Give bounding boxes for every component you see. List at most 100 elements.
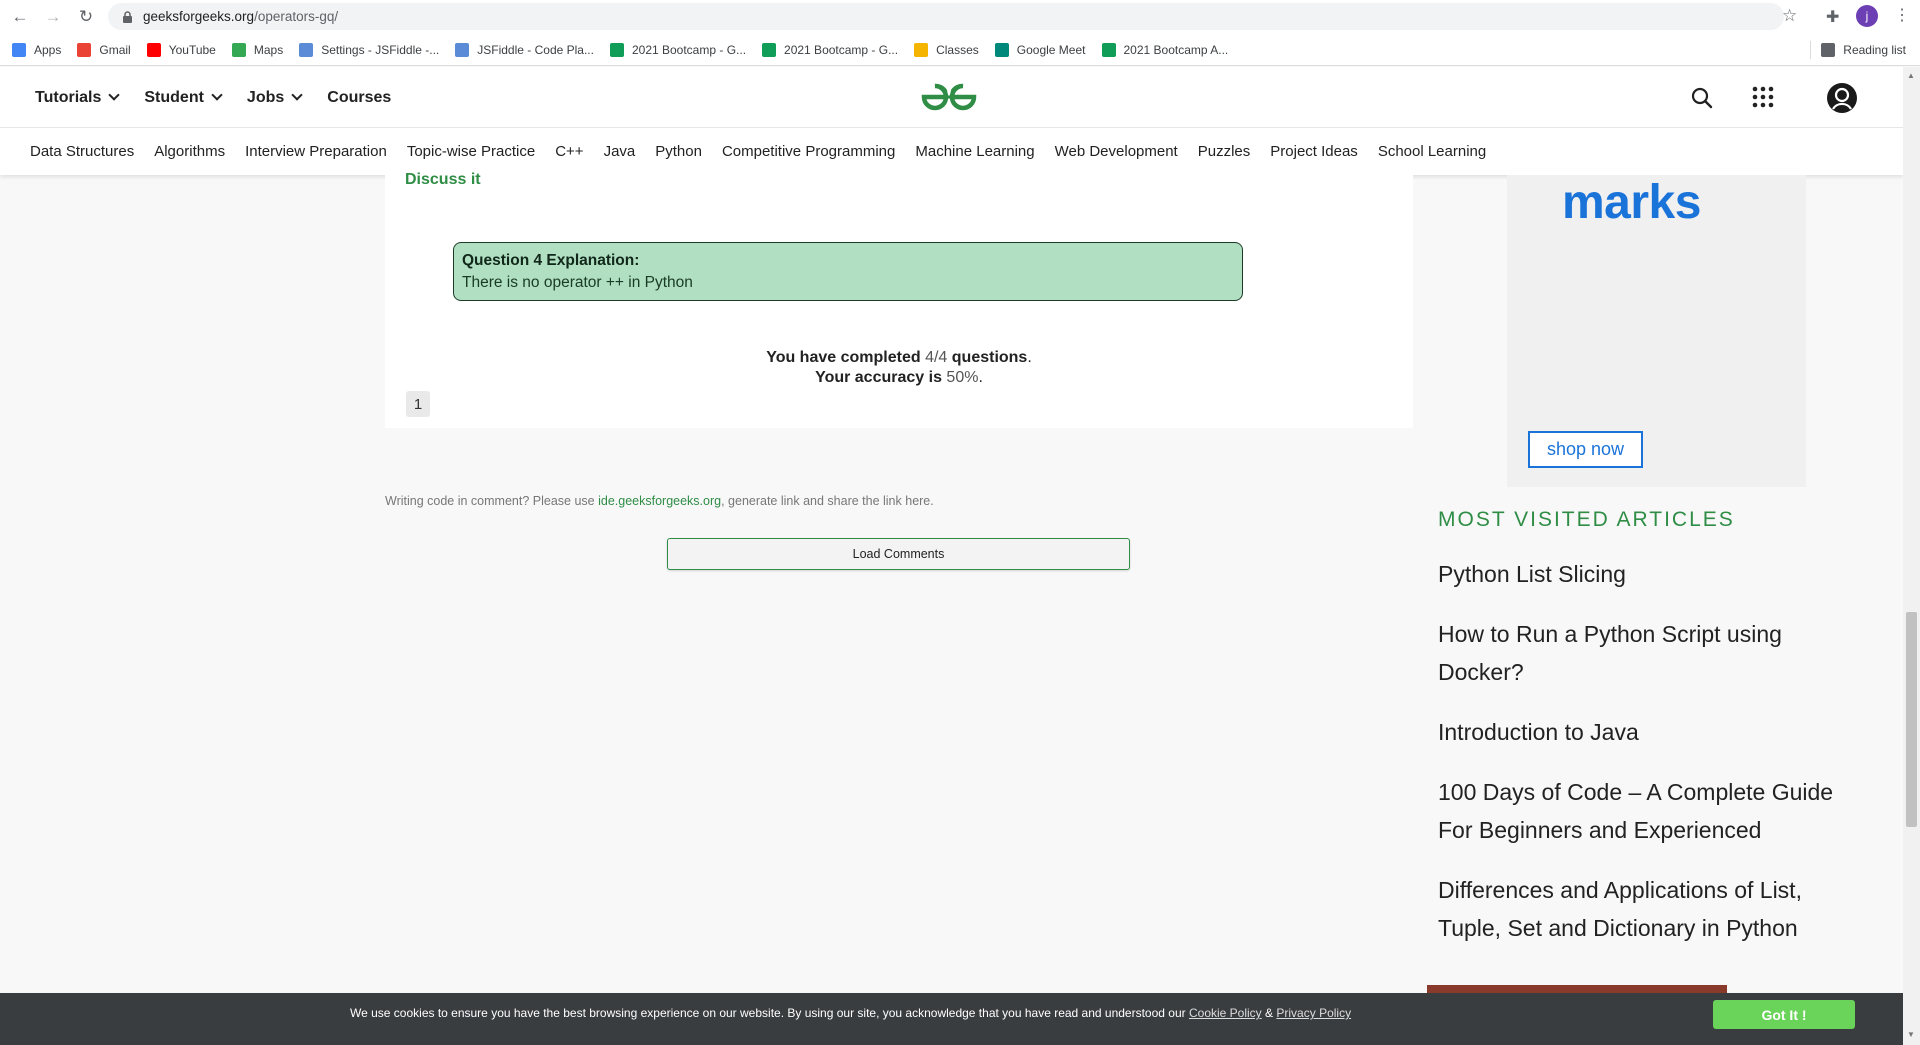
cookie-policy-link[interactable]: Cookie Policy bbox=[1189, 1006, 1262, 1020]
bookmark-item[interactable]: 2021 Bootcamp - G... bbox=[762, 42, 899, 57]
comment-note-suffix: , generate link and share the link here. bbox=[721, 494, 934, 508]
scroll-up-arrow-icon[interactable]: ▲ bbox=[1907, 71, 1915, 80]
bookmark-item[interactable]: Google Meet bbox=[994, 42, 1086, 57]
sub-nav-item[interactable]: Competitive Programming bbox=[722, 143, 895, 160]
chevron-down-icon bbox=[291, 89, 303, 101]
bookmark-item[interactable]: Maps bbox=[231, 42, 284, 57]
sub-nav-item[interactable]: Data Structures bbox=[30, 143, 134, 160]
bookmark-label: Maps bbox=[253, 42, 284, 57]
search-icon[interactable] bbox=[1690, 86, 1714, 110]
bookmark-item[interactable]: 2021 Bootcamp A... bbox=[1101, 42, 1228, 57]
accuracy-value: 50% bbox=[946, 369, 979, 386]
extensions-puzzle-icon[interactable]: ✚ bbox=[1826, 7, 1839, 27]
cloud-icon bbox=[299, 42, 314, 57]
page-number-button[interactable]: 1 bbox=[406, 391, 430, 417]
sub-nav-item[interactable]: Topic-wise Practice bbox=[407, 143, 535, 160]
comment-note: Writing code in comment? Please use ide.… bbox=[385, 494, 934, 508]
profile-avatar[interactable]: j bbox=[1856, 5, 1878, 27]
bookmark-star-icon[interactable]: ☆ bbox=[1782, 6, 1797, 26]
nav-courses[interactable]: Courses bbox=[327, 89, 391, 107]
privacy-policy-link[interactable]: Privacy Policy bbox=[1276, 1006, 1351, 1020]
url-host: geeksforgeeks.org bbox=[143, 9, 255, 24]
scrollbar-track[interactable] bbox=[1903, 67, 1920, 1045]
lock-icon bbox=[123, 10, 132, 23]
advertisement[interactable]: marks shop now bbox=[1507, 175, 1806, 487]
bookmark-label: Settings - JSFiddle -... bbox=[321, 42, 440, 57]
site-header: Tutorials Student Jobs Courses bbox=[0, 67, 1903, 128]
ad-headline: marks bbox=[1562, 176, 1701, 229]
explanation-title: Question 4 Explanation: bbox=[462, 252, 640, 269]
article-link[interactable]: 100 Days of Code – A Complete Guide For … bbox=[1438, 773, 1858, 849]
bookmark-item[interactable]: Gmail bbox=[77, 42, 131, 57]
sub-nav-item[interactable]: Interview Preparation bbox=[245, 143, 387, 160]
apps-grid-icon bbox=[12, 42, 26, 57]
nav-student-label: Student bbox=[144, 88, 204, 106]
sub-nav-item[interactable]: Puzzles bbox=[1198, 143, 1251, 160]
nav-tutorials[interactable]: Tutorials bbox=[35, 89, 121, 107]
shop-now-button[interactable]: shop now bbox=[1528, 431, 1643, 468]
bookmark-label: Classes bbox=[936, 42, 979, 57]
article-link[interactable]: How to Run a Python Script using Docker? bbox=[1438, 615, 1858, 691]
reading-list-label: Reading list bbox=[1843, 42, 1906, 57]
user-account-icon[interactable] bbox=[1827, 83, 1857, 113]
sub-nav-item[interactable]: Java bbox=[604, 143, 636, 160]
article-link[interactable]: Differences and Applications of List, Tu… bbox=[1438, 871, 1858, 947]
sub-nav-item[interactable]: Algorithms bbox=[154, 143, 225, 160]
top-nav: Tutorials Student Jobs Courses bbox=[35, 67, 417, 128]
bookmark-item[interactable]: Apps bbox=[12, 42, 61, 57]
got-it-button[interactable]: Got It ! bbox=[1713, 1000, 1855, 1029]
sub-nav: Data Structures Algorithms Interview Prepa… bbox=[0, 128, 1903, 175]
bookmark-item[interactable]: JSFiddle - Code Pla... bbox=[455, 42, 594, 57]
url-path: /operators-gq/ bbox=[254, 9, 339, 24]
chrome-menu-icon[interactable]: ⋮ bbox=[1894, 5, 1910, 25]
nav-jobs[interactable]: Jobs bbox=[246, 88, 303, 107]
bookmark-item[interactable]: Classes bbox=[914, 42, 979, 57]
bookmark-label: Google Meet bbox=[1016, 42, 1086, 57]
article-link[interactable]: Python List Slicing bbox=[1438, 555, 1858, 593]
bookmark-item[interactable]: YouTube bbox=[146, 42, 216, 57]
back-arrow-icon[interactable]: ← bbox=[7, 4, 33, 30]
sub-nav-item[interactable]: Python bbox=[655, 143, 702, 160]
scrollbar-thumb[interactable] bbox=[1906, 612, 1917, 827]
cloud-icon bbox=[455, 42, 470, 57]
nav-jobs-label: Jobs bbox=[246, 88, 285, 106]
chevron-down-icon bbox=[211, 89, 223, 101]
bookmark-item[interactable]: 2021 Bootcamp - G... bbox=[609, 42, 747, 57]
bookmark-label: 2021 Bootcamp - G... bbox=[631, 42, 747, 57]
ide-link[interactable]: ide.geeksforgeeks.org bbox=[598, 494, 721, 508]
address-bar[interactable]: geeksforgeeks.org/operators-gq/ bbox=[108, 3, 1784, 30]
scroll-down-arrow-icon[interactable]: ▼ bbox=[1907, 1030, 1915, 1039]
load-comments-button[interactable]: Load Comments bbox=[667, 538, 1130, 570]
bookmark-label: 2021 Bootcamp - G... bbox=[784, 42, 899, 57]
bookmark-item[interactable]: Settings - JSFiddle -... bbox=[299, 42, 440, 57]
sub-nav-item[interactable]: C++ bbox=[555, 143, 583, 160]
bookmarks-bar: Apps Gmail YouTube Maps Settings - JSFiddle … bbox=[0, 34, 1920, 66]
sub-nav-item[interactable]: School Learning bbox=[1378, 143, 1486, 160]
quiz-result: You have completed 4/4 questions. Your a… bbox=[766, 349, 1032, 386]
reading-list-button[interactable]: Reading list bbox=[1810, 40, 1906, 59]
chevron-down-icon bbox=[108, 89, 121, 101]
comment-note-prefix: Writing code in comment? Please use bbox=[385, 494, 595, 508]
reading-list-icon bbox=[1821, 42, 1836, 57]
maps-icon bbox=[231, 42, 246, 57]
completed-value: 4/4 bbox=[925, 349, 948, 366]
sub-nav-item[interactable]: Project Ideas bbox=[1270, 143, 1358, 160]
sub-nav-item[interactable]: Machine Learning bbox=[915, 143, 1034, 160]
completed-prefix: You have completed bbox=[766, 349, 921, 366]
nav-courses-label: Courses bbox=[327, 88, 392, 106]
quiz-card: Discuss it Question 4 Explanation: There… bbox=[385, 171, 1413, 428]
article-link[interactable]: Introduction to Java bbox=[1438, 713, 1858, 751]
bookmark-label: YouTube bbox=[168, 42, 216, 57]
sheets-icon bbox=[762, 42, 777, 57]
sub-nav-item[interactable]: Web Development bbox=[1055, 143, 1178, 160]
apps-grid-icon[interactable] bbox=[1752, 86, 1774, 108]
nav-student[interactable]: Student bbox=[144, 88, 223, 107]
forward-arrow-icon[interactable]: → bbox=[40, 4, 66, 30]
discuss-link[interactable]: Discuss it bbox=[405, 171, 481, 189]
accuracy-prefix: Your accuracy is bbox=[815, 369, 942, 386]
reload-icon[interactable]: ↻ bbox=[73, 4, 99, 30]
bookmark-label: JSFiddle - Code Pla... bbox=[477, 42, 594, 57]
cookie-text: We use cookies to ensure you have the be… bbox=[350, 993, 1351, 1033]
gfg-logo-icon[interactable] bbox=[920, 81, 978, 113]
meet-icon bbox=[994, 42, 1009, 57]
